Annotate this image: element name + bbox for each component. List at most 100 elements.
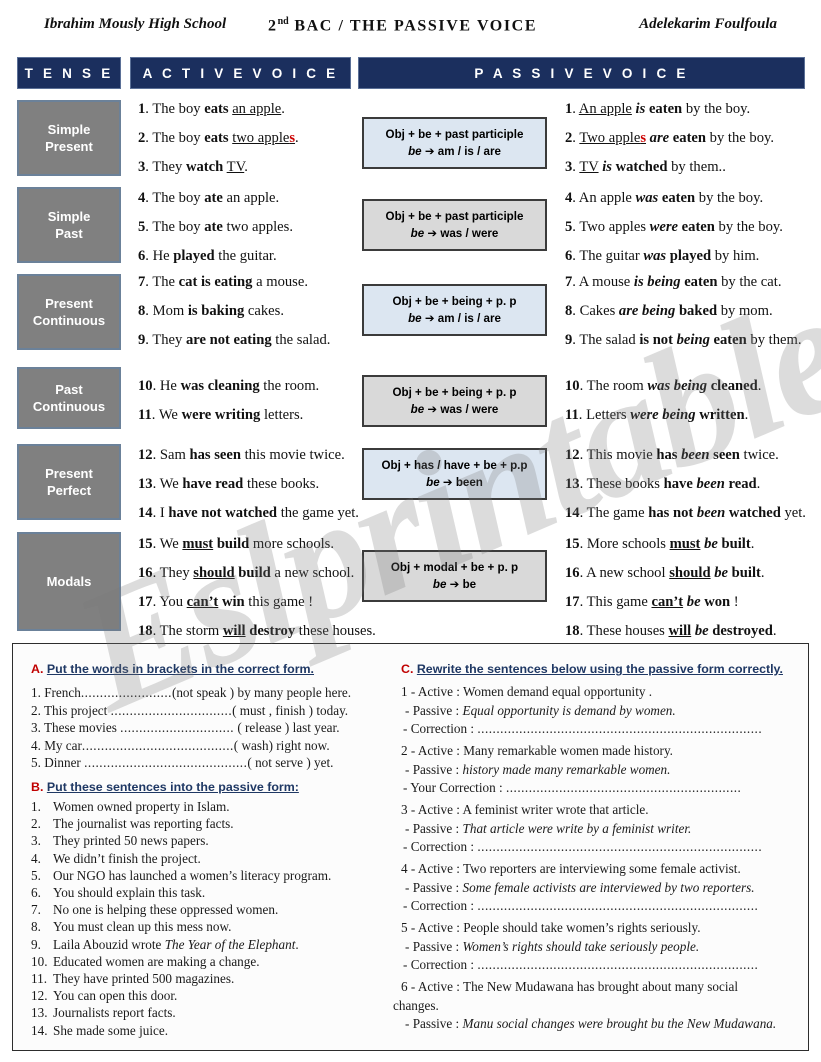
passive-sentence: 17. This game can’t be won ! (565, 594, 739, 610)
item-text: No one is helping these oppressed women. (53, 902, 279, 918)
exercise-b-item: 14. She made some juice. (31, 1023, 168, 1039)
exercise-a-item: 3. These movies ........................… (31, 720, 340, 736)
item-number: 9. (31, 936, 41, 952)
answer-blank[interactable]: ........................................ (82, 738, 234, 753)
active-sentence-text: The New Mudawana has brought about many … (463, 979, 739, 994)
exercise-a-title: Put the words in brackets in the correct… (46, 662, 315, 676)
formula-box: Obj + modal + be + p. p be ➔ be (362, 550, 547, 602)
active-sentence: 10. He was cleaning the room. (138, 378, 320, 394)
passive-sentence: 18. These houses will be destroyed. (565, 623, 777, 639)
exercise-c-active: 6 - Active : The New Mudawana has brough… (401, 979, 738, 995)
correction-blank[interactable]: ........................................… (477, 721, 762, 736)
exercise-b-item: 3. They printed 50 news papers. (31, 833, 209, 849)
formula-box: Obj + be + past participle be ➔ am / is /… (362, 117, 547, 169)
exercise-b-letter: B. (31, 780, 44, 794)
arrow-icon: ➔ (442, 475, 453, 489)
exercise-c-correction: - Correction : .........................… (403, 957, 758, 973)
correction-blank[interactable]: ........................................… (477, 957, 758, 972)
formula-line-1: Obj + has / have + be + p.p (381, 459, 528, 472)
formula-box: Obj + be + past participle be ➔ was / wer… (362, 199, 547, 251)
exercise-b-item: 12. You can open this door. (31, 988, 177, 1004)
exercise-b-item: 1. Women owned property in Islam. (31, 799, 230, 815)
passive-sentence: 2. Two apples are eaten by the boy. (565, 130, 774, 146)
passive-sentence: 10. The room was being cleaned. (565, 378, 762, 394)
answer-blank[interactable]: ........................................… (84, 755, 247, 770)
active-sentence: 3. They watch TV. (138, 159, 248, 175)
exercise-c-letter: C. (401, 662, 414, 676)
active-sentence: 1. The boy eats an apple. (138, 101, 285, 117)
item-text: We didn’t finish the project. (53, 850, 201, 866)
exercise-b-item: 4. We didn’t finish the project. (31, 851, 201, 867)
exercise-b-item: 11. They have printed 500 magazines. (31, 971, 234, 987)
formula-line-2: be ➔ been (426, 475, 483, 489)
correction-label: - Your Correction : (403, 780, 503, 795)
exercise-b-item: 13. Journalists report facts. (31, 1005, 176, 1021)
item-number: 11. (31, 971, 47, 986)
item-number: 1. (31, 799, 41, 814)
passive-sentence-text: Some female activists are interviewed by… (462, 879, 755, 895)
answer-blank[interactable]: ........................ (81, 685, 172, 700)
active-sentence: 15. We must build more schools. (138, 536, 334, 552)
exercise-b-title: Put these sentences into the passive for… (46, 780, 299, 794)
active-sentence: 2. The boy eats two apples. (138, 130, 299, 146)
exercise-b-item: 9. Laila Abouzid wrote The Year of the El… (31, 937, 299, 953)
exercise-c-active: 3 - Active : A feminist writer wrote tha… (401, 802, 649, 818)
exercise-b-item: 10. Educated women are making a change. (31, 954, 260, 970)
exercise-c-heading: C. Rewrite the sentences below using the… (401, 662, 783, 676)
item-text: They have printed 500 magazines. (53, 971, 235, 986)
active-sentence: 18. The storm will destroy these houses. (138, 623, 376, 639)
item-text: They printed 50 news papers. (53, 833, 209, 849)
exercise-c-passive: - Passive : Some female activists are in… (405, 880, 755, 896)
item-suffix: ( wash) right now. (233, 737, 330, 753)
arrow-icon: ➔ (424, 144, 435, 158)
correction-blank[interactable]: ........................................… (477, 839, 762, 854)
passive-sentence: 16. A new school should be built. (565, 565, 765, 581)
item-number: 4. (31, 737, 41, 753)
item-prefix: This project (43, 702, 111, 718)
active-sentence: 8. Mom is baking cakes. (138, 303, 284, 319)
exercise-a-letter: A. (31, 662, 44, 676)
formula-line-1: Obj + be + past participle (385, 210, 524, 223)
active-sentence: 14. I have not watched the game yet. (138, 505, 359, 521)
item-number: 8. (31, 919, 41, 935)
item-tail: . (295, 936, 299, 952)
passive-sentence: 8. Cakes are being baked by mom. (565, 303, 773, 319)
active-sentence: 9. They are not eating the salad. (138, 332, 331, 348)
correction-label: - Correction : (403, 898, 475, 913)
item-number: 5. (31, 755, 41, 770)
exercise-b-item: 8. You must clean up this mess now. (31, 919, 231, 935)
active-sentence: 5. The boy ate two apples. (138, 219, 293, 235)
exercise-a-item: 4. My car...............................… (31, 738, 330, 754)
exercise-b-item: 6. You should explain this task. (31, 885, 205, 901)
passive-sentence-text: That article were write by a feminist wr… (462, 820, 692, 836)
arrow-icon: ➔ (427, 226, 438, 240)
exercise-c-correction: - Your Correction : ....................… (403, 780, 741, 796)
exercise-b-item: 2. The journalist was reporting facts. (31, 816, 234, 832)
item-text: The journalist was reporting facts. (53, 816, 234, 832)
correction-blank[interactable]: ........................................… (477, 898, 758, 913)
exercise-c-passive: - Passive : That article were write by a… (405, 821, 691, 837)
exercise-c-correction: - Correction : .........................… (403, 898, 758, 914)
item-number: 12. (31, 988, 48, 1004)
active-label: 3 - Active : (401, 802, 460, 817)
item-number: 3. (31, 833, 41, 849)
correction-label: - Correction : (403, 957, 475, 972)
active-label: 2 - Active : (401, 743, 460, 758)
tense-cell: Present Continuous (17, 274, 121, 350)
answer-blank[interactable]: .............................. (120, 720, 234, 735)
formula-line-1: Obj + be + being + p. p (392, 295, 517, 308)
exercises-panel: A. Put the words in brackets in the corr… (12, 643, 809, 1051)
active-sentence: 7. The cat is eating a mouse. (138, 274, 308, 290)
active-label: 1 - Active : (401, 684, 460, 699)
item-suffix: ( must , finish ) today. (232, 702, 349, 718)
exercise-a-item: 5. Dinner ..............................… (31, 755, 333, 771)
answer-blank[interactable]: ................................ (111, 703, 233, 718)
item-number: 2. (31, 702, 41, 718)
correction-blank[interactable]: ........................................… (506, 780, 741, 795)
passive-sentence: 15. More schools must be built. (565, 536, 755, 552)
exercise-c-active-cont: changes. (393, 998, 439, 1014)
passive-sentence: 14. The game has not been watched yet. (565, 505, 806, 521)
passive-sentence: 11. Letters were being written. (565, 407, 749, 423)
arrow-icon: ➔ (424, 311, 435, 325)
item-text: You must clean up this mess now. (53, 919, 232, 935)
